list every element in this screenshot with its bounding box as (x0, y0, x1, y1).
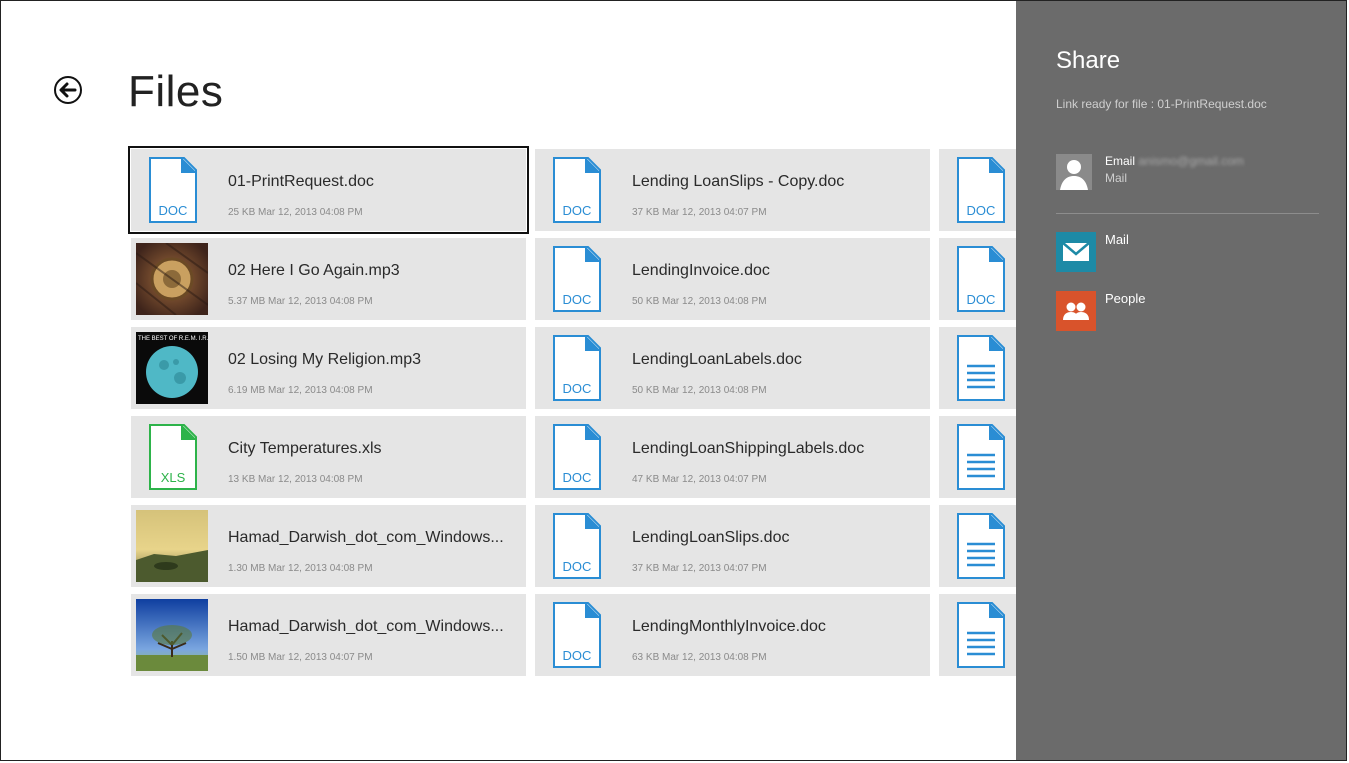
share-app-people[interactable]: People (1056, 291, 1316, 331)
file-name: 02 Here I Go Again.mp3 (228, 262, 400, 279)
file-meta: 13 KB Mar 12, 2013 04:08 PM (228, 474, 363, 485)
svg-text:XLS: XLS (161, 470, 186, 485)
people-icon (1056, 291, 1096, 331)
file-tile[interactable]: DOC LendingInvoice.doc 50 KB Mar 12, 2013 … (535, 238, 930, 320)
doc-file-icon: DOC (540, 510, 612, 582)
file-name: Hamad_Darwish_dot_com_Windows... (228, 618, 504, 635)
file-name: 01-PrintRequest.doc (228, 173, 374, 190)
file-tile[interactable]: 02 Here I Go Again.mp3 5.37 MB Mar 12, 20… (131, 238, 526, 320)
file-meta: 1.50 MB Mar 12, 2013 04:07 PM (228, 652, 373, 663)
doc-file-icon: DOC (944, 154, 1016, 226)
file-meta: 37 KB Mar 12, 2013 04:07 PM (632, 207, 767, 218)
file-tile[interactable]: THE BEST OF R.E.M. I.R.S. 02 Losing My Re… (131, 327, 526, 409)
file-meta: 5.37 MB Mar 12, 2013 04:08 PM (228, 296, 373, 307)
doc-file-icon: DOC (540, 421, 612, 493)
doc-file-icon: DOC (944, 243, 1016, 315)
svg-text:DOC: DOC (563, 203, 592, 218)
file-meta: 50 KB Mar 12, 2013 04:08 PM (632, 296, 767, 307)
file-tile[interactable]: DOC 01-PrintRequest.doc 25 KB Mar 12, 2013… (128, 146, 529, 234)
file-tile[interactable]: XLS City Temperatures.xls 13 KB Mar 12, 20… (131, 416, 526, 498)
thumbnail-image (136, 510, 208, 582)
thumbnail-image (136, 243, 208, 315)
share-status-text: Link ready for file : 01-PrintRequest.do… (1056, 97, 1267, 111)
doc-file-icon: DOC (136, 154, 208, 226)
file-tile[interactable]: DOC LendingLoanSlips.doc 37 KB Mar 12, 201… (535, 505, 930, 587)
mail-icon (1056, 232, 1096, 272)
file-tile[interactable]: DOC Lending LoanSlips - Copy.doc 37 KB Mar… (535, 149, 930, 231)
file-meta: 47 KB Mar 12, 2013 04:07 PM (632, 474, 767, 485)
file-meta: 6.19 MB Mar 12, 2013 04:08 PM (228, 385, 373, 396)
file-name: Lending LoanSlips - Copy.doc (632, 173, 845, 190)
text-file-icon (944, 599, 1016, 671)
file-name: Hamad_Darwish_dot_com_Windows... (228, 529, 504, 546)
svg-text:DOC: DOC (563, 381, 592, 396)
share-pane: Share Link ready for file : 01-PrintRequ… (1016, 1, 1346, 760)
file-tile[interactable]: DOC LendingMonthlyInvoice.doc 63 KB Mar 12… (535, 594, 930, 676)
svg-text:DOC: DOC (563, 559, 592, 574)
svg-text:DOC: DOC (563, 648, 592, 663)
xls-file-icon: XLS (136, 421, 208, 493)
svg-text:THE BEST OF R.E.M. I.R.S.: THE BEST OF R.E.M. I.R.S. (138, 336, 208, 342)
file-meta: 50 KB Mar 12, 2013 04:08 PM (632, 385, 767, 396)
file-meta: 1.30 MB Mar 12, 2013 04:08 PM (228, 563, 373, 574)
file-tile[interactable]: DOC LendingLoanLabels.doc 50 KB Mar 12, 20… (535, 327, 930, 409)
svg-text:DOC: DOC (967, 203, 996, 218)
text-file-icon (944, 510, 1016, 582)
file-name: LendingInvoice.doc (632, 262, 770, 279)
file-tile[interactable]: DOC LendingLoanShippingLabels.doc 47 KB Ma… (535, 416, 930, 498)
file-name: LendingLoanLabels.doc (632, 351, 802, 368)
svg-text:DOC: DOC (967, 292, 996, 307)
doc-file-icon: DOC (540, 332, 612, 404)
file-name: LendingLoanSlips.doc (632, 529, 790, 546)
doc-file-icon: DOC (540, 599, 612, 671)
share-app-mail[interactable]: Mail (1056, 232, 1316, 272)
doc-file-icon: DOC (540, 154, 612, 226)
share-contact-email[interactable]: Email anismo@gmail.com Mail (1056, 154, 1316, 194)
share-app-label: Mail (1105, 232, 1129, 247)
page-title: Files (128, 67, 224, 116)
file-tile[interactable]: Hamad_Darwish_dot_com_Windows... 1.30 MB … (131, 505, 526, 587)
contact-email: anismo@gmail.com (1138, 154, 1244, 168)
doc-file-icon: DOC (540, 243, 612, 315)
file-name: LendingLoanShippingLabels.doc (632, 440, 865, 457)
user-avatar-icon (1056, 154, 1092, 190)
svg-text:DOC: DOC (563, 470, 592, 485)
file-meta: 37 KB Mar 12, 2013 04:07 PM (632, 563, 767, 574)
file-meta: 63 KB Mar 12, 2013 04:08 PM (632, 652, 767, 663)
svg-text:DOC: DOC (563, 292, 592, 307)
share-app-label: People (1105, 291, 1146, 306)
back-arrow-icon[interactable] (53, 75, 83, 105)
text-file-icon (944, 332, 1016, 404)
text-file-icon (944, 421, 1016, 493)
svg-text:DOC: DOC (159, 203, 188, 218)
file-name: City Temperatures.xls (228, 440, 382, 457)
thumbnail-image: THE BEST OF R.E.M. I.R.S. (136, 332, 208, 404)
file-meta: 25 KB Mar 12, 2013 04:08 PM (228, 207, 363, 218)
file-tile[interactable]: Hamad_Darwish_dot_com_Windows... 1.50 MB … (131, 594, 526, 676)
thumbnail-image (136, 599, 208, 671)
divider (1056, 213, 1319, 214)
file-name: LendingMonthlyInvoice.doc (632, 618, 826, 635)
share-title: Share (1056, 47, 1121, 74)
file-name: 02 Losing My Religion.mp3 (228, 351, 421, 368)
contact-prefix: Email (1105, 154, 1136, 168)
contact-app: Mail (1105, 171, 1128, 185)
app-window: Files DOC 01-PrintRequest.doc 25 KB Mar 12… (0, 0, 1347, 761)
